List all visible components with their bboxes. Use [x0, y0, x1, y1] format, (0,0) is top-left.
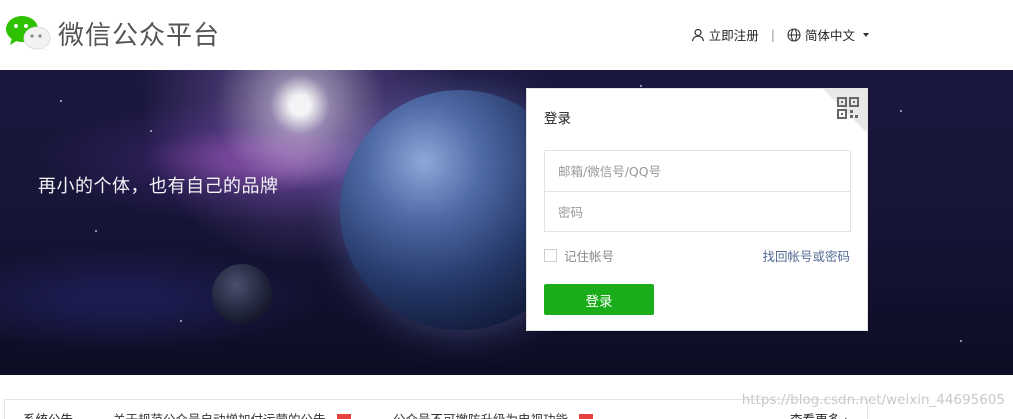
brand-title: 微信公众平台	[58, 21, 221, 51]
moon-illustration	[212, 264, 272, 324]
view-more-link[interactable]: 查看更多 ›	[790, 409, 849, 419]
wechat-logo-icon	[6, 16, 51, 51]
star-decoration	[95, 230, 97, 232]
top-nav: 立即注册 | 简体中文	[691, 25, 869, 44]
chevron-down-icon	[863, 32, 869, 37]
star-decoration	[180, 320, 182, 322]
globe-icon	[787, 27, 801, 42]
new-badge	[337, 414, 351, 419]
notice-bar: 系统公告 关于规范公众号自动增加付运营的公告 公众号不可撤防升级为电视功能 查看…	[4, 399, 868, 419]
qr-code-icon[interactable]	[837, 97, 859, 119]
watermark: https://blog.csdn.net/weixin_44695605	[741, 392, 1005, 408]
register-link[interactable]: 立即注册	[691, 25, 759, 44]
password-input[interactable]	[545, 192, 850, 232]
banner-slogan: 再小的个体，也有自己的品牌	[38, 176, 279, 197]
account-input[interactable]	[545, 151, 850, 191]
hero-banner: 再小的个体，也有自己的品牌 登录 邮箱/微信号/QQ号 记住帐号 找回帐号或密码…	[0, 70, 1013, 375]
remember-checkbox[interactable]	[544, 249, 557, 262]
login-card: 登录 记住帐号 找回帐号或密码 登录	[526, 88, 868, 331]
nav-separator: |	[770, 27, 775, 42]
star-decoration	[900, 110, 902, 112]
remember-account[interactable]: 记住帐号	[544, 246, 614, 265]
star-decoration	[60, 100, 62, 102]
star-decoration	[640, 85, 642, 87]
language-label: 简体中文	[804, 28, 855, 43]
new-badge	[579, 414, 593, 419]
star-decoration	[960, 340, 962, 342]
login-title: 登录	[544, 111, 571, 127]
forgot-password-link[interactable]: 找回帐号或密码	[762, 246, 850, 265]
notice-label: 系统公告	[23, 409, 73, 419]
remember-label: 记住帐号	[564, 249, 615, 264]
user-icon	[691, 28, 704, 41]
star-decoration	[150, 130, 152, 132]
login-button[interactable]: 登录	[544, 284, 654, 315]
notice-item[interactable]: 公众号不可撤防升级为电视功能	[393, 409, 568, 419]
language-selector[interactable]: 简体中文	[787, 25, 869, 44]
header: 微信公众平台 立即注册 | 简体中文	[0, 0, 1013, 70]
register-label: 立即注册	[708, 28, 759, 43]
page: 微信公众平台 立即注册 | 简体中文 再小的个体，也有自己的品牌 登录 邮箱/微…	[0, 0, 1013, 419]
login-input-group	[544, 150, 851, 232]
notice-item[interactable]: 关于规范公众号自动增加付运营的公告	[113, 409, 326, 419]
